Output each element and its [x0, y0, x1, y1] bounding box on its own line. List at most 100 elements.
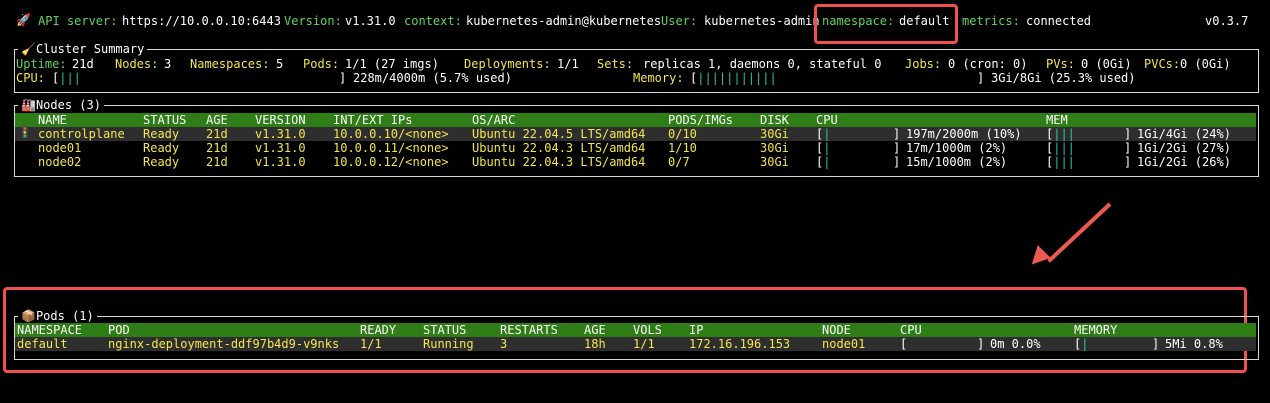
node-mem-value: 1Gi/4Gi (24%) [1137, 127, 1231, 141]
pods-col-memory[interactable]: MEMORY [1074, 323, 1117, 337]
nodes-col-os[interactable]: OS/ARC [472, 113, 515, 127]
memory-label: Memory: [633, 71, 684, 85]
metrics-value: connected [1026, 14, 1092, 28]
pods-col-namespace[interactable]: NAMESPACE [17, 323, 82, 337]
deployments-label: Deployments: [464, 57, 551, 71]
deployments-value: 1/1 [557, 57, 579, 71]
node-status: Ready [143, 141, 180, 155]
pods-label: Pods: [303, 57, 340, 71]
node-mem-bar-close: ] [1124, 127, 1132, 141]
app-version: v0.3.7 [1205, 14, 1249, 28]
pods-col-vols[interactable]: VOLS [633, 323, 662, 337]
node-cpu-bar: [| [816, 155, 830, 169]
pod-mem-bar: [| [1074, 337, 1088, 351]
memory-bar-fill: ||||||||||| [697, 71, 777, 85]
pods-value: 1/1 (27 imgs) [345, 57, 439, 71]
jobs-label: Jobs: [905, 57, 942, 71]
node-mem-value: 1Gi/2Gi (26%) [1137, 155, 1231, 169]
context-label: context: [404, 14, 462, 28]
nodes-col-name[interactable]: NAME [38, 113, 67, 127]
factory-icon: 🏭 [21, 98, 36, 112]
nodes-col-status[interactable]: STATUS [143, 113, 186, 127]
cpu-usage-bar: [||| [52, 71, 81, 85]
node-os: Ubuntu 22.04.5 LTS/amd64 [472, 127, 646, 141]
metrics-label: metrics: [962, 14, 1020, 28]
package-icon: 📦 [21, 309, 36, 323]
node-name: node02 [38, 155, 82, 169]
namespace-highlight [814, 4, 958, 44]
node-mem-bar-fill: ||| [1053, 155, 1075, 169]
sets-label: Sets: [597, 57, 634, 71]
pod-namespace: default [17, 337, 68, 351]
node-mem-bar-fill: ||| [1053, 127, 1075, 141]
pod-ip: 172.16.196.153 [689, 337, 791, 351]
node-status: Ready [143, 127, 180, 141]
pods-title-text: Pods (1) [35, 309, 94, 323]
uptime-value: 21d [72, 57, 94, 71]
node-mem-value: 1Gi/2Gi (27%) [1137, 141, 1231, 155]
node-cpu-bar-close: ] [893, 141, 901, 155]
pods-col-age[interactable]: AGE [584, 323, 606, 337]
pods-col-restarts[interactable]: RESTARTS [500, 323, 558, 337]
nodes-col-pods[interactable]: PODS/IMGs [668, 113, 733, 127]
nodes-value: 3 [164, 57, 172, 71]
pod-mem-value: 5Mi 0.8% [1165, 337, 1223, 351]
annotation-arrow-shaft [1047, 202, 1112, 263]
node-cpu-value: 197m/2000m (10%) [906, 127, 1022, 141]
nodes-col-cpu[interactable]: CPU [816, 113, 838, 127]
node-ips: 10.0.0.11/<none> [333, 141, 449, 155]
version-value: v1.31.0 [345, 14, 396, 28]
node-mem-bar: [||| [1046, 141, 1075, 155]
node-age: 21d [206, 141, 228, 155]
pod-cpu-bar-close: ] [977, 337, 985, 351]
pod-node: node01 [822, 337, 866, 351]
node-ips: 10.0.0.10/<none> [333, 127, 449, 141]
node-pods: 0/7 [668, 155, 690, 169]
nodes-col-ips[interactable]: INT/EXT IPs [333, 113, 412, 127]
node-age: 21d [206, 127, 228, 141]
node-cpu-bar: [| [816, 141, 830, 155]
pods-col-pod[interactable]: POD [108, 323, 130, 337]
node-mem-bar-close: ] [1124, 141, 1132, 155]
nodes-title-text: Nodes (3) [35, 98, 101, 112]
node-os: Ubuntu 22.04.3 LTS/amd64 [472, 141, 646, 155]
nodes-col-version[interactable]: VERSION [255, 113, 306, 127]
cpu-bar-fill: ||| [59, 71, 81, 85]
cluster-summary-title: 🧹Cluster Summary [18, 42, 148, 56]
pods-col-cpu[interactable]: CPU [900, 323, 922, 337]
pods-col-node[interactable]: NODE [822, 323, 851, 337]
pods-col-ip[interactable]: IP [689, 323, 703, 337]
pod-mem-bar-fill: | [1081, 337, 1089, 351]
node-disk: 30Gi [760, 141, 789, 155]
uptime-label: Uptime: [16, 57, 67, 71]
node-version: v1.31.0 [255, 141, 306, 155]
user-value: kubernetes-admin [704, 14, 820, 28]
node-cpu-bar: [| [816, 127, 830, 141]
nodes-col-disk[interactable]: DISK [760, 113, 789, 127]
node-age: 21d [206, 155, 228, 169]
pod-vols: 1/1 [633, 337, 655, 351]
node-disk: 30Gi [760, 155, 789, 169]
pod-cpu-value: 0m 0.0% [990, 337, 1041, 351]
nodes-col-age[interactable]: AGE [206, 113, 228, 127]
pods-col-ready[interactable]: READY [360, 323, 396, 337]
nodes-col-mem[interactable]: MEM [1046, 113, 1068, 127]
pods-title: 📦Pods (1) [18, 309, 97, 323]
node-cpu-bar-fill: | [823, 127, 831, 141]
node-ips: 10.0.0.12/<none> [333, 155, 449, 169]
pod-age: 18h [584, 337, 606, 351]
pvs-value: 0 (0Gi) [1081, 57, 1132, 71]
pvcs-value: 0 (0Gi) [1180, 57, 1231, 71]
rocket-icon: 🚀 [16, 13, 31, 27]
pods-col-status[interactable]: STATUS [423, 323, 466, 337]
version-label: Version: [284, 14, 342, 28]
node-mem-bar-close: ] [1124, 155, 1132, 169]
pod-mem-bar-close: ] [1152, 337, 1160, 351]
node-version: v1.31.0 [255, 155, 306, 169]
node-mem-bar: [||| [1046, 155, 1075, 169]
memory-usage-bar: [||||||||||| [690, 71, 777, 85]
node-cpu-value: 17m/1000m (2%) [906, 141, 1008, 155]
node-version: v1.31.0 [255, 127, 306, 141]
cluster-summary-title-text: Cluster Summary [35, 42, 145, 56]
node-pods: 1/10 [668, 141, 697, 155]
